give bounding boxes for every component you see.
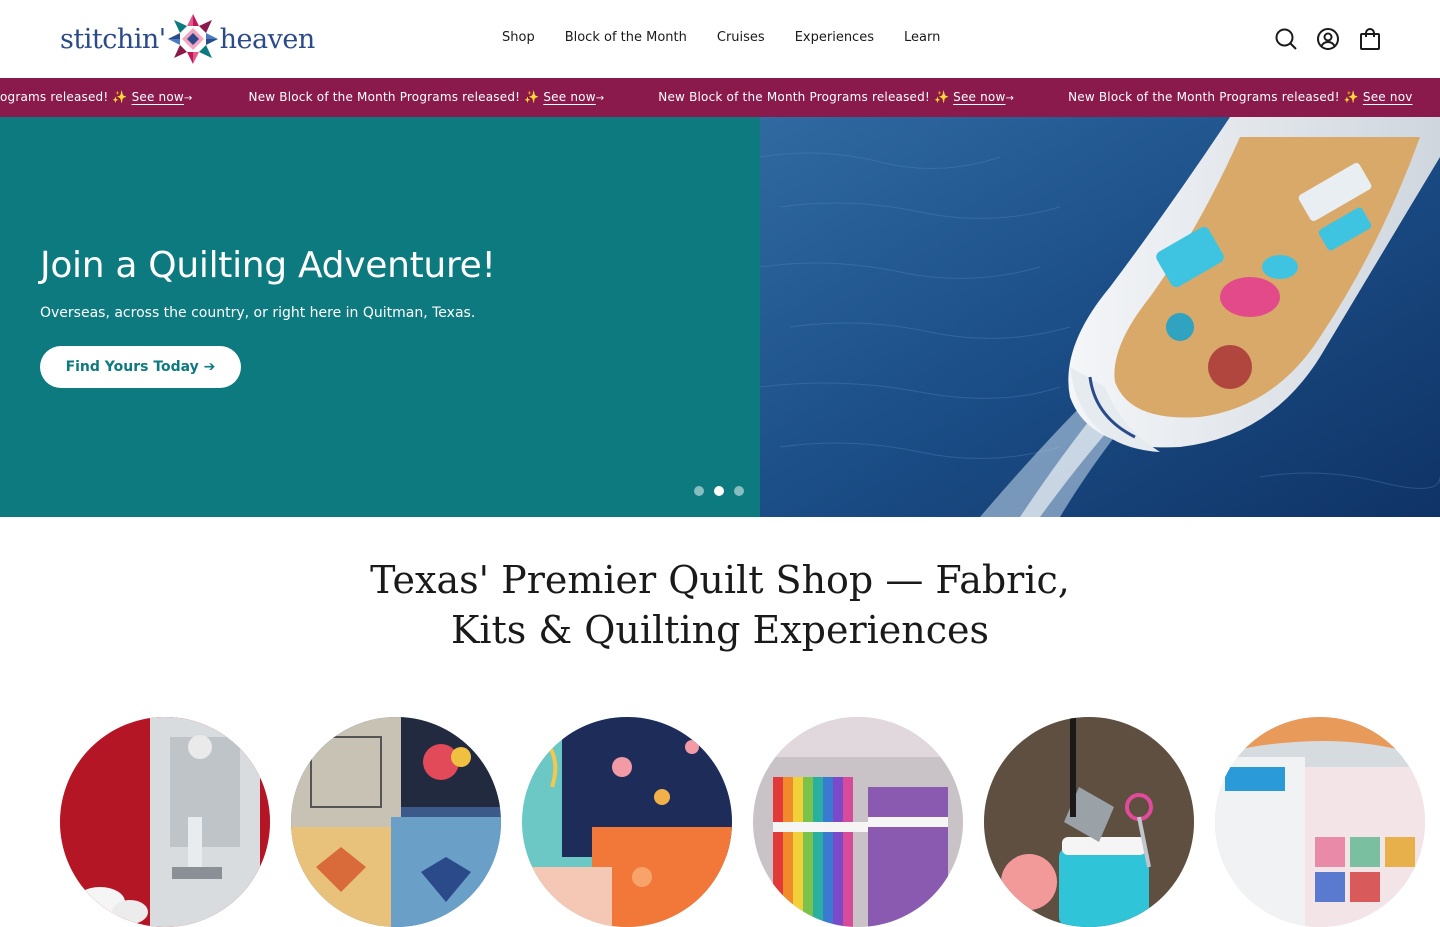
notions-image[interactable] [984,717,1194,927]
site-header: stitchin' heaven Shop Block of the Month… [0,0,1440,79]
cart-icon[interactable] [1358,27,1382,51]
ticker-item: ograms released! ✨ See now→ [0,90,193,104]
books-image[interactable] [1215,717,1425,927]
find-yours-today-button[interactable]: Find Yours Today ➔ [40,346,241,388]
quilt-patterns-image[interactable] [291,717,501,927]
logo[interactable]: stitchin' heaven [60,14,315,64]
announcement-ticker: ograms released! ✨ See now→ New Block of… [0,79,1440,117]
arrow-right-icon: → [595,93,605,104]
main-nav: Shop Block of the Month Cruises Experien… [502,30,940,45]
ticker-item: New Block of the Month Programs released… [658,90,1015,104]
ticker-link[interactable]: See now [543,90,595,104]
ticker-item: New Block of the Month Programs released… [248,90,605,104]
logo-text-right: heaven [219,23,316,55]
hero-subtitle: Overseas, across the country, or right h… [40,305,476,321]
arrow-right-icon: → [183,93,193,104]
nav-cruises[interactable]: Cruises [717,30,765,45]
sewing-machine-image[interactable] [60,717,270,927]
ticker-link[interactable]: See nov [1363,90,1413,104]
quilt-star-logo-icon [167,14,218,64]
hero-title: Join a Quilting Adventure! [40,245,496,286]
hero-panel: Join a Quilting Adventure! Overseas, acr… [0,117,760,517]
ticker-link[interactable]: See now [953,90,1005,104]
nav-shop[interactable]: Shop [502,30,535,45]
cruise-ship-illustration [760,117,1440,517]
nav-block-of-the-month[interactable]: Block of the Month [565,30,687,45]
category-circles [60,717,1425,927]
headline-line-1: Texas' Premier Quilt Shop — Fabric, [370,558,1070,602]
fabric-image[interactable] [522,717,732,927]
search-icon[interactable] [1274,27,1298,51]
account-icon[interactable] [1316,27,1340,51]
nav-learn[interactable]: Learn [904,30,940,45]
slide-dots [694,486,744,496]
fabric-bundles-image[interactable] [753,717,963,927]
page-headline: Texas' Premier Quilt Shop — Fabric, Kits… [0,555,1440,655]
header-icons [1274,27,1382,51]
nav-experiences[interactable]: Experiences [795,30,874,45]
ticker-item: New Block of the Month Programs released… [1068,90,1413,104]
slide-dot-1[interactable] [694,486,704,496]
cruise-ship-image [760,117,1440,517]
slide-dot-2[interactable] [714,486,724,496]
ticker-link[interactable]: See now [132,90,184,104]
ticker-track: ograms released! ✨ See now→ New Block of… [0,90,1440,104]
headline-line-2: Kits & Quilting Experiences [450,608,990,652]
slide-dot-3[interactable] [734,486,744,496]
logo-text-left: stitchin' [60,23,166,55]
arrow-right-icon: → [1005,93,1015,104]
